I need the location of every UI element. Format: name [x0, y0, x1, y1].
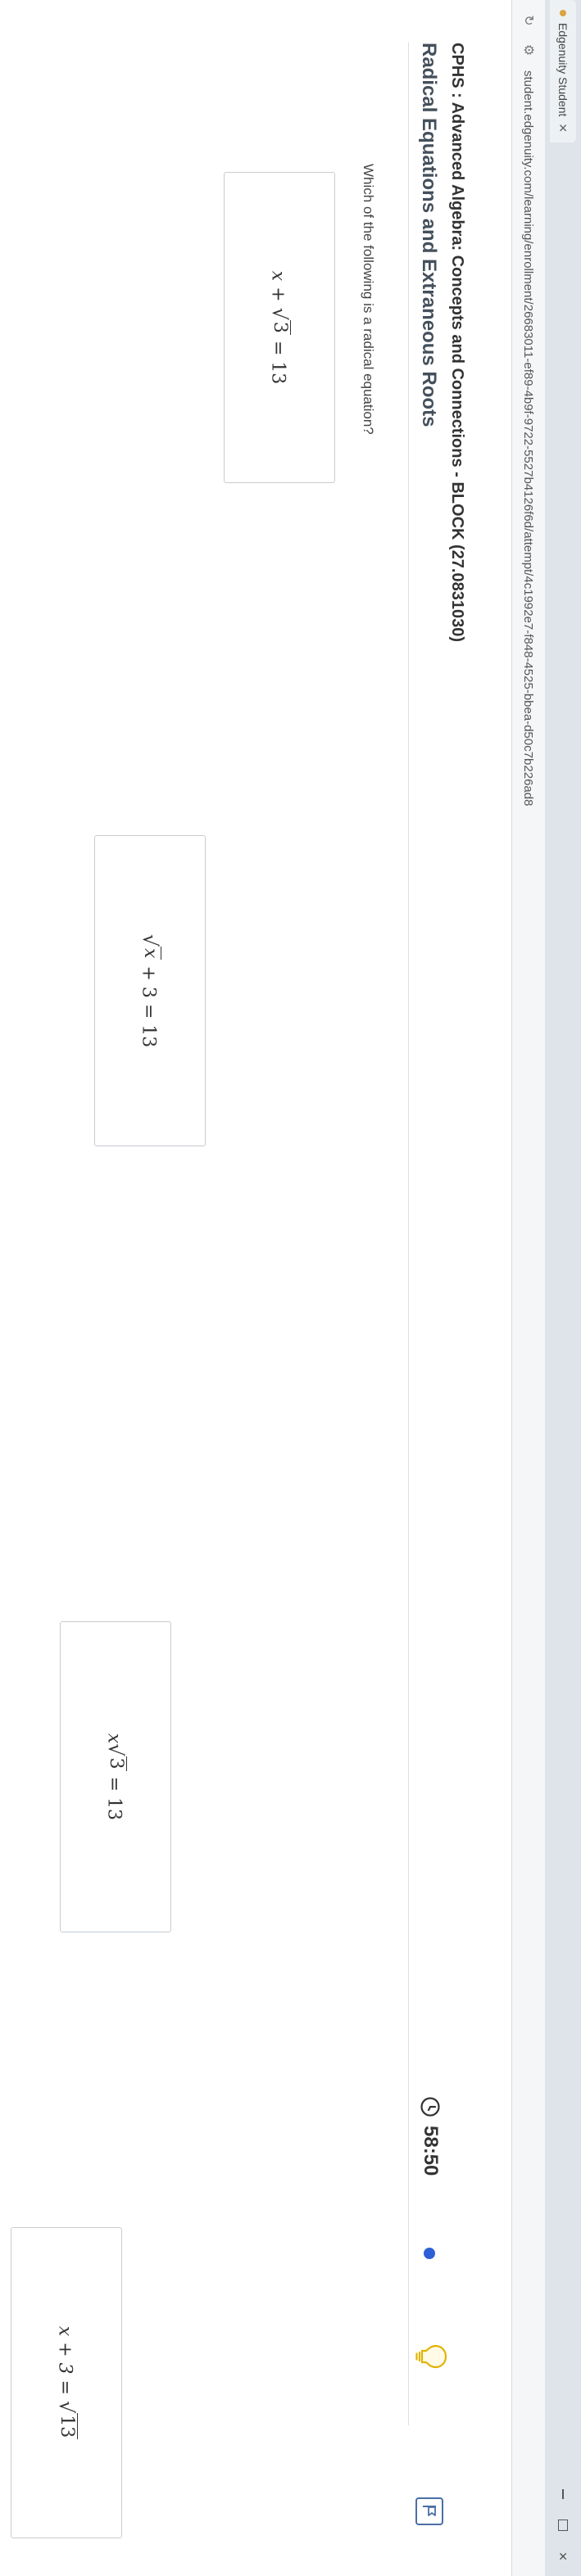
radical-icon: √ x [138, 933, 162, 960]
radical-icon: √ 13 [54, 2400, 79, 2440]
answer-choice-b[interactable]: √ x + 3 = 13 [94, 835, 206, 1146]
browser-tab-strip: Edgenuity Student ✕ ✕ [544, 0, 581, 2576]
maximize-button[interactable] [554, 2514, 572, 2537]
radical-icon: √ 3 [267, 307, 292, 335]
answer-choice-c[interactable]: x √ 3 = 13 [60, 1621, 171, 1932]
progress-dot [424, 2248, 435, 2259]
url-text[interactable]: student.edgenuity.com/learning/enrollmen… [522, 70, 536, 806]
header-divider [408, 43, 409, 2425]
flag-icon [423, 2506, 436, 2516]
choice-a-equation: x + √ 3 = 13 [267, 270, 292, 385]
choice-b-rest: + 3 = 13 [138, 960, 159, 1048]
window-controls: ✕ [545, 2483, 581, 2568]
choice-c-rest: = 13 [103, 1770, 125, 1821]
choice-d-equation: x + 3 = √ 13 [54, 2325, 79, 2440]
browser-tab[interactable]: Edgenuity Student ✕ [550, 0, 576, 143]
site-info-icon[interactable]: ⚙ [520, 41, 538, 59]
choice-b-radicand: x [139, 947, 162, 960]
close-window-button[interactable]: ✕ [554, 2545, 572, 2568]
close-icon: ✕ [556, 2551, 570, 2561]
tab-title: Edgenuity Student [556, 23, 570, 117]
choice-c-equation: x √ 3 = 13 [103, 1733, 128, 1821]
course-title: CPHS : Advanced Algebra: Concepts and Co… [448, 43, 466, 643]
choice-a-radicand: 3 [269, 319, 292, 335]
minimize-icon [562, 2489, 564, 2499]
lesson-title: Radical Equations and Extraneous Roots [418, 43, 440, 427]
question-prompt: Which of the following is a radical equa… [361, 164, 376, 435]
choice-a-rest: = 13 [267, 334, 288, 385]
address-bar[interactable]: ↻ ⚙ student.edgenuity.com/learning/enrol… [511, 0, 545, 2576]
choice-d-radicand: 13 [56, 2413, 79, 2440]
choice-a-operator: + [267, 281, 288, 308]
timer-text: 58:50 [420, 2126, 442, 2176]
radical-icon: √ 3 [103, 1743, 128, 1771]
lightbulb-icon[interactable] [414, 2342, 448, 2371]
clock-icon [420, 2097, 440, 2117]
minimize-button[interactable] [554, 2483, 572, 2506]
choice-d-lhs: x + 3 = [54, 2325, 75, 2401]
flag-button[interactable] [415, 2497, 443, 2525]
choice-c-radicand: 3 [105, 1756, 128, 1771]
tab-favicon-icon [560, 10, 566, 16]
reload-icon[interactable]: ↻ [520, 11, 538, 29]
timer: 58:50 [419, 2096, 442, 2176]
choice-a-variable: x [267, 270, 288, 282]
answer-choice-a[interactable]: x + √ 3 = 13 [224, 172, 335, 483]
tab-close-icon[interactable]: ✕ [550, 123, 576, 133]
choice-b-equation: √ x + 3 = 13 [138, 933, 162, 1048]
choice-c-variable: x [103, 1733, 125, 1744]
page: Edgenuity Student ✕ ✕ ↻ ⚙ student.edgenu… [0, 0, 581, 2576]
answer-choice-d[interactable]: x + 3 = √ 13 [11, 2227, 122, 2538]
maximize-icon [558, 2520, 568, 2531]
